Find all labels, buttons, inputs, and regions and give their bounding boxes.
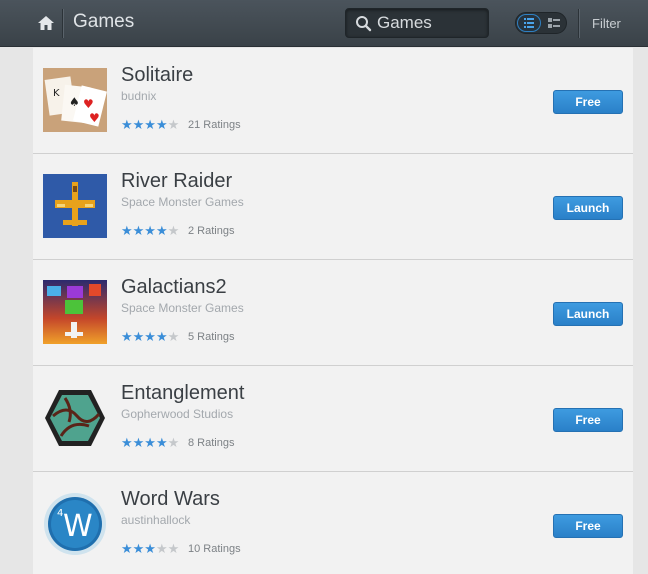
free-button[interactable]: Free bbox=[553, 514, 623, 538]
launch-button[interactable]: Launch bbox=[553, 302, 623, 326]
grid-view-button[interactable] bbox=[542, 14, 566, 32]
search-input[interactable]: Games bbox=[377, 13, 432, 33]
app-name[interactable]: Solitaire bbox=[121, 64, 193, 87]
svg-text:K: K bbox=[53, 88, 60, 99]
word-wars-icon: W 4 bbox=[44, 493, 106, 555]
filter-button[interactable]: Filter bbox=[592, 16, 621, 31]
free-button[interactable]: Free bbox=[553, 408, 623, 432]
list-item[interactable]: River Raider Space Monster Games ★★★★★ 2… bbox=[33, 154, 633, 260]
star-icon: ★ bbox=[167, 223, 180, 238]
app-name[interactable]: Entanglement bbox=[121, 382, 244, 405]
svg-text:W: W bbox=[63, 509, 93, 544]
free-button[interactable]: Free bbox=[553, 90, 623, 114]
search-icon bbox=[356, 16, 372, 32]
star-icon: ★ bbox=[167, 435, 180, 450]
rating-stars: ★★★★★ bbox=[121, 541, 179, 557]
star-icon: ★★★★ bbox=[121, 329, 168, 344]
divider bbox=[578, 9, 579, 38]
star-icon: ★★★★ bbox=[121, 117, 168, 132]
star-icon: ★ bbox=[167, 117, 180, 132]
app-developer: budnix bbox=[121, 89, 157, 103]
list-item[interactable]: Galactians2 Space Monster Games ★★★★★ 5 … bbox=[33, 260, 633, 366]
ratings-count: 5 Ratings bbox=[188, 331, 235, 343]
solitaire-icon: K ♠ ♥ ♥ bbox=[43, 68, 107, 132]
ratings-count: 10 Ratings bbox=[188, 543, 241, 555]
svg-text:4: 4 bbox=[57, 508, 63, 519]
star-icon: ★★★★ bbox=[121, 435, 168, 450]
home-icon[interactable] bbox=[37, 14, 55, 32]
app-developer: Space Monster Games bbox=[121, 301, 244, 315]
grid-view-icon bbox=[548, 18, 560, 28]
star-icon: ★ bbox=[167, 329, 180, 344]
list-view-button[interactable] bbox=[517, 14, 541, 32]
list-item[interactable]: K ♠ ♥ ♥ Solitaire budnix ★★★★★ 21 Rating… bbox=[33, 48, 633, 154]
svg-text:♠: ♠ bbox=[69, 95, 80, 109]
app-developer: Space Monster Games bbox=[121, 195, 244, 209]
rating-stars: ★★★★★ bbox=[121, 329, 179, 345]
divider bbox=[62, 9, 63, 38]
app-name[interactable]: Galactians2 bbox=[121, 276, 227, 299]
rating-stars: ★★★★★ bbox=[121, 435, 179, 451]
galactians-icon bbox=[43, 280, 107, 344]
list-item[interactable]: Entanglement Gopherwood Studios ★★★★★ 8 … bbox=[33, 366, 633, 472]
star-icon: ★★★ bbox=[121, 541, 156, 556]
top-bar: Games Games Filter bbox=[0, 0, 648, 47]
entanglement-icon bbox=[45, 390, 105, 446]
app-list: K ♠ ♥ ♥ Solitaire budnix ★★★★★ 21 Rating… bbox=[33, 48, 633, 574]
rating-stars: ★★★★★ bbox=[121, 117, 179, 133]
star-icon: ★★★★ bbox=[121, 223, 168, 238]
list-item[interactable]: W 4 Word Wars austinhallock ★★★★★ 10 Rat… bbox=[33, 472, 633, 574]
app-name[interactable]: River Raider bbox=[121, 170, 232, 193]
list-view-icon bbox=[524, 18, 534, 28]
ratings-count: 2 Ratings bbox=[188, 225, 235, 237]
app-name[interactable]: Word Wars bbox=[121, 488, 220, 511]
page-title: Games bbox=[73, 11, 135, 32]
rating-stars: ★★★★★ bbox=[121, 223, 179, 239]
search-field[interactable]: Games bbox=[345, 8, 489, 38]
svg-text:♥: ♥ bbox=[83, 97, 94, 111]
launch-button[interactable]: Launch bbox=[553, 196, 623, 220]
app-developer: Gopherwood Studios bbox=[121, 407, 234, 421]
view-toggle[interactable] bbox=[515, 12, 567, 34]
ratings-count: 8 Ratings bbox=[188, 437, 235, 449]
river-raider-icon bbox=[43, 174, 107, 238]
svg-text:♥: ♥ bbox=[89, 111, 100, 125]
star-icon: ★★ bbox=[155, 541, 180, 556]
ratings-count: 21 Ratings bbox=[188, 119, 241, 131]
app-developer: austinhallock bbox=[121, 513, 191, 527]
